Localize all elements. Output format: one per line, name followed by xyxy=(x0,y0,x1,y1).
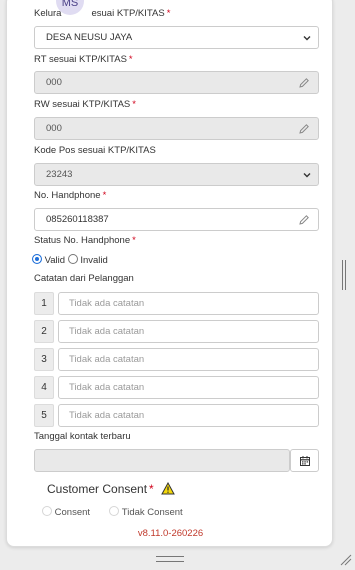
note-number: 3 xyxy=(34,348,54,371)
chevron-down-icon xyxy=(303,36,311,41)
contact-date-input[interactable] xyxy=(34,449,290,472)
note-number: 5 xyxy=(34,404,54,427)
status-invalid-radio[interactable] xyxy=(67,254,78,264)
rt-label: RT sesuai KTP/KITAS * xyxy=(34,54,133,65)
note-number: 4 xyxy=(34,376,54,399)
kodepos-label: Kode Pos sesuai KTP/KITAS xyxy=(34,145,156,156)
pencil-icon xyxy=(299,215,309,225)
form-card: Kelura esuai KTP/KITAS * DESA NEUSU JAYA R… xyxy=(6,0,333,547)
kodepos-select[interactable]: 23243 xyxy=(34,163,319,186)
status-invalid-label: Invalid xyxy=(80,255,108,266)
rt-field[interactable]: 000 xyxy=(34,71,319,94)
kelurahan-label: Kelura esuai KTP/KITAS * xyxy=(34,8,171,19)
note-input[interactable]: Tidak ada catatan xyxy=(58,292,319,315)
vertical-resize-handle[interactable] xyxy=(342,260,346,290)
warning-icon xyxy=(161,481,175,495)
phone-label: No. Handphone * xyxy=(34,190,107,201)
version-label: v8.11.0-260226 xyxy=(137,528,204,539)
consent-title: Customer Consent * xyxy=(47,481,175,496)
calendar-button[interactable] xyxy=(290,449,319,472)
chevron-down-icon xyxy=(303,173,311,178)
calendar-icon xyxy=(300,456,310,466)
note-number: 2 xyxy=(34,320,54,343)
notes-label: Catatan dari Pelanggan xyxy=(34,273,134,284)
horizontal-resize-handle[interactable] xyxy=(156,556,184,562)
resize-grip-icon[interactable] xyxy=(338,552,352,566)
consent-label: Consent xyxy=(54,507,91,518)
kelurahan-select[interactable]: DESA NEUSU JAYA xyxy=(34,26,319,49)
contact-date-label: Tanggal kontak terbaru xyxy=(34,431,131,442)
note-input[interactable]: Tidak ada catatan xyxy=(58,320,319,343)
tidak-consent-label: Tidak Consent xyxy=(121,507,183,518)
pencil-icon xyxy=(299,124,309,134)
note-input[interactable]: Tidak ada catatan xyxy=(58,348,319,371)
tidak-consent-radio[interactable] xyxy=(109,506,120,516)
consent-radio[interactable] xyxy=(42,506,52,516)
status-valid-label: Valid xyxy=(44,255,66,266)
status-radio-group: Valid Invalid xyxy=(32,254,108,266)
status-label: Status No. Handphone * xyxy=(34,235,136,246)
phone-field[interactable]: 085260118387 xyxy=(34,208,319,231)
kelurahan-value: DESA NEUSU JAYA xyxy=(46,32,133,43)
note-number: 1 xyxy=(34,292,54,315)
note-input[interactable]: Tidak ada catatan xyxy=(58,376,319,399)
pencil-icon xyxy=(299,78,309,88)
rw-label: RW sesuai KTP/KITAS * xyxy=(34,99,136,110)
consent-options: Consent Tidak Consent xyxy=(42,506,183,518)
note-input[interactable]: Tidak ada catatan xyxy=(58,404,319,427)
rw-field[interactable]: 000 xyxy=(34,117,319,140)
status-valid-radio[interactable] xyxy=(32,254,42,264)
